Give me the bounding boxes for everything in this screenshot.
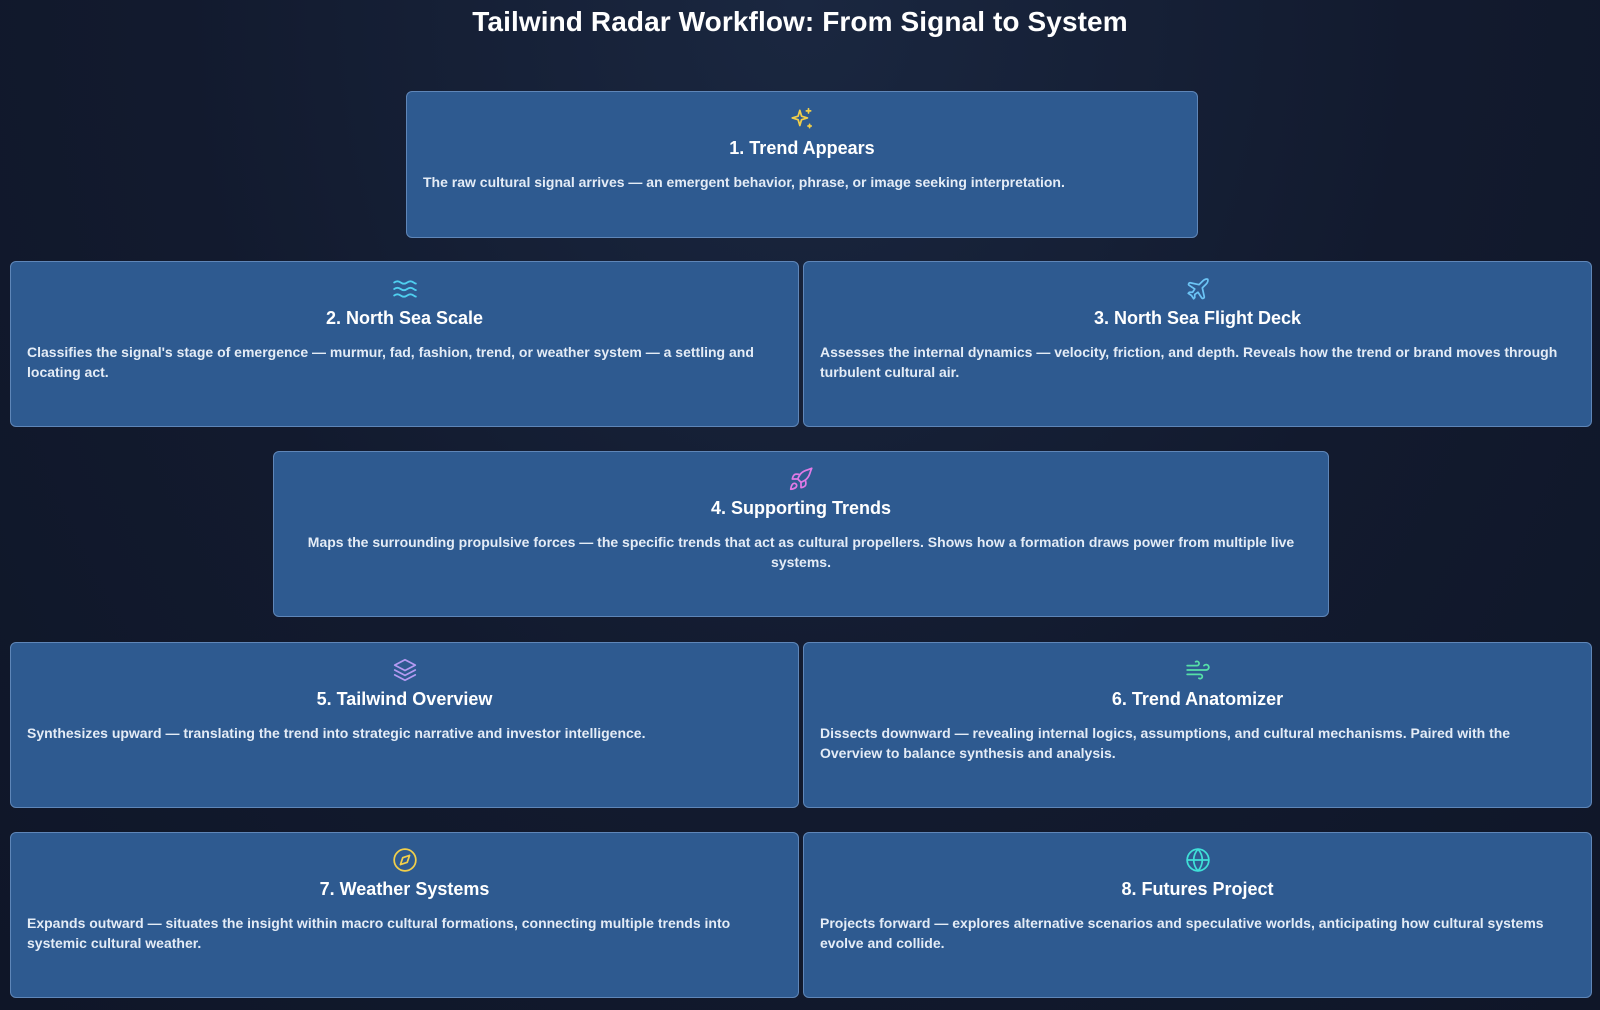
step-description: Classifies the signal's stage of emergen… [27, 344, 754, 380]
step-description: Assesses the internal dynamics — velocit… [820, 344, 1558, 380]
layers-icon [392, 657, 418, 683]
step-description: Expands outward — situates the insight w… [27, 915, 731, 951]
step-card-futures-project[interactable]: 8. Futures Project Projects forward — ex… [803, 832, 1592, 998]
step-title: 1. Trend Appears [729, 138, 875, 158]
step-card-trend-appears[interactable]: 1. Trend Appears The raw cultural signal… [406, 91, 1198, 238]
step-description: Projects forward — explores alternative … [820, 915, 1544, 951]
plane-icon [1185, 276, 1211, 302]
step-description: Synthesizes upward — translating the tre… [27, 725, 646, 741]
wind-icon [1185, 657, 1211, 683]
globe-icon [1185, 847, 1211, 873]
sparkles-icon [789, 106, 815, 132]
step-description: Maps the surrounding propulsive forces —… [307, 534, 1295, 570]
step-card-supporting-trends[interactable]: 4. Supporting Trends Maps the surroundin… [273, 451, 1329, 617]
step-title: 7. Weather Systems [319, 879, 490, 899]
step-title: 8. Futures Project [1121, 879, 1274, 899]
step-description: The raw cultural signal arrives — an eme… [423, 174, 1065, 190]
step-card-trend-anatomizer[interactable]: 6. Trend Anatomizer Dissects downward — … [803, 642, 1592, 808]
step-card-weather-systems[interactable]: 7. Weather Systems Expands outward — sit… [10, 832, 799, 998]
compass-icon [392, 847, 418, 873]
step-card-north-sea-flight-deck[interactable]: 3. North Sea Flight Deck Assesses the in… [803, 261, 1592, 427]
waves-icon [392, 276, 418, 302]
step-title: 5. Tailwind Overview [316, 689, 493, 709]
step-card-tailwind-overview[interactable]: 5. Tailwind Overview Synthesizes upward … [10, 642, 799, 808]
rocket-icon [788, 466, 814, 492]
step-title: 2. North Sea Scale [325, 308, 484, 328]
page-title: Tailwind Radar Workflow: From Signal to … [472, 6, 1128, 37]
step-description: Dissects downward — revealing internal l… [820, 725, 1511, 761]
step-card-north-sea-scale[interactable]: 2. North Sea Scale Classifies the signal… [10, 261, 799, 427]
step-title: 4. Supporting Trends [710, 498, 891, 518]
step-title: 6. Trend Anatomizer [1111, 689, 1284, 709]
step-title: 3. North Sea Flight Deck [1093, 308, 1302, 328]
